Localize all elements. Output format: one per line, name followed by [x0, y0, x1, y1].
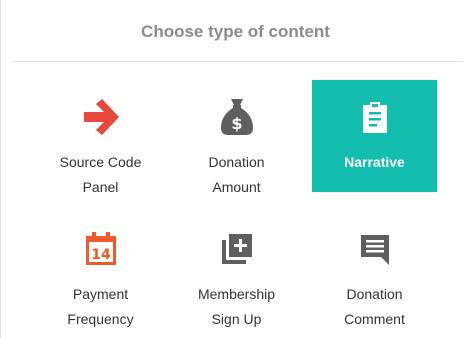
calendar-icon: 14 — [82, 230, 120, 268]
arrow-right-icon — [82, 98, 120, 136]
divider — [12, 61, 463, 62]
option-donation-comment[interactable]: Donation Comment — [312, 212, 437, 327]
money-bag-icon: $ — [218, 98, 256, 136]
option-payment-frequency[interactable]: 14 Payment Frequency — [38, 212, 163, 327]
option-membership-sign-up[interactable]: Membership Sign Up — [174, 212, 299, 327]
option-label: Donation Comment — [344, 286, 405, 327]
content-type-picker: Choose type of content Source Code Panel… — [0, 0, 469, 338]
option-label: Donation Amount — [208, 154, 265, 195]
panel-title: Choose type of content — [141, 22, 330, 41]
option-source-code-panel[interactable]: Source Code Panel — [38, 80, 163, 195]
option-donation-amount[interactable]: $ Donation Amount — [174, 80, 299, 195]
svg-text:$: $ — [231, 114, 242, 133]
clipboard-icon — [356, 98, 394, 136]
option-label: Source Code Panel — [59, 154, 142, 195]
option-narrative[interactable]: Narrative — [312, 80, 437, 192]
svg-text:14: 14 — [91, 247, 111, 263]
option-label: Membership Sign Up — [197, 286, 276, 327]
comment-icon — [356, 230, 394, 268]
option-label: Payment Frequency — [67, 286, 134, 327]
option-label: Narrative — [344, 154, 405, 170]
add-to-list-icon — [218, 230, 256, 268]
